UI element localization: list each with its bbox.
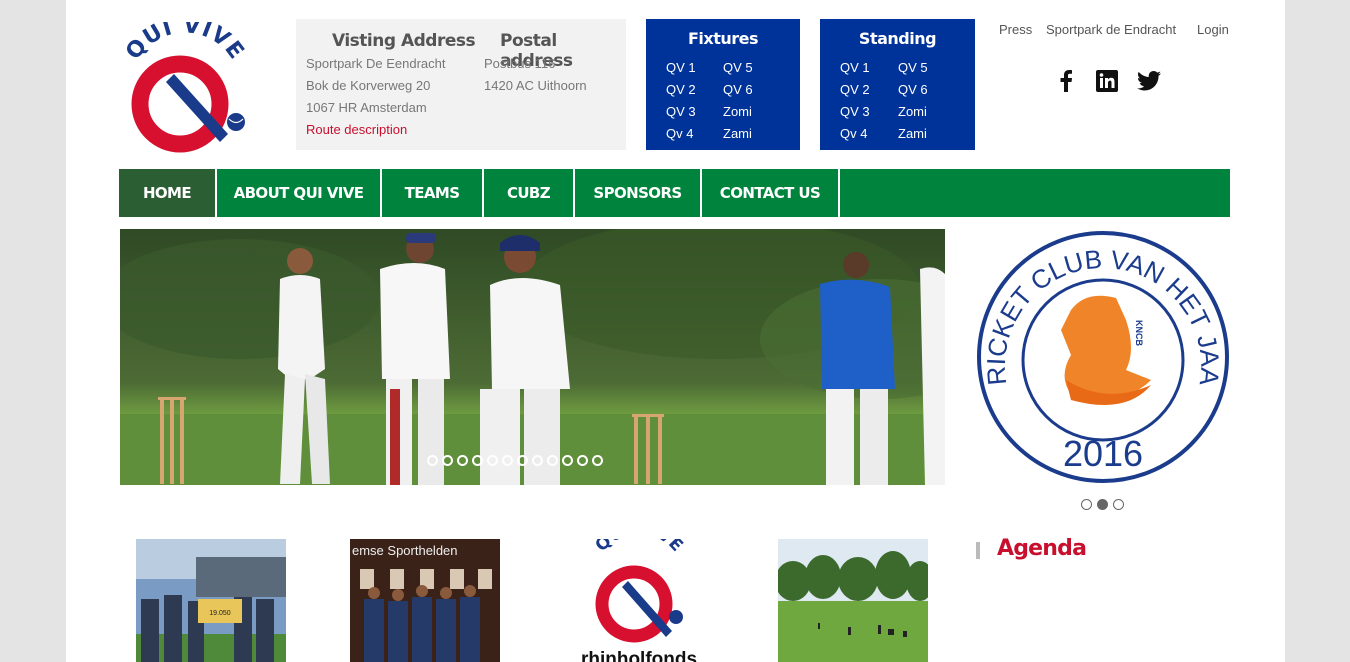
visiting-line-3: 1067 HR Amsterdam	[306, 100, 427, 115]
slider-dot[interactable]	[457, 455, 468, 466]
svg-text:19.050: 19.050	[209, 610, 231, 617]
address-box: Visting Address Sportpark De Eendracht B…	[296, 19, 626, 150]
fixtures-link-qv5[interactable]: QV 5	[723, 60, 753, 75]
badge-dot[interactable]	[1081, 499, 1092, 510]
slider-dot[interactable]	[547, 455, 558, 466]
nav-teams[interactable]: TEAMS	[382, 169, 484, 217]
thumbnail-sporthelden[interactable]: emse Sporthelden	[350, 539, 500, 662]
facebook-icon[interactable]	[1053, 68, 1079, 94]
svg-text:rhinholfonds: rhinholfonds	[581, 649, 697, 662]
slider-dot[interactable]	[532, 455, 543, 466]
slider-dot[interactable]	[427, 455, 438, 466]
fixtures-link-qv4[interactable]: Qv 4	[666, 126, 693, 141]
nav-sponsors[interactable]: SPONSORS	[575, 169, 702, 217]
fixtures-link-qv3[interactable]: QV 3	[666, 104, 696, 119]
thumbnail-cricket-field[interactable]	[778, 539, 928, 662]
slider-dot[interactable]	[502, 455, 513, 466]
svg-text:2016: 2016	[1063, 433, 1143, 474]
svg-text:emse Sporthelden: emse Sporthelden	[352, 543, 458, 558]
slider-dot[interactable]	[442, 455, 453, 466]
sportpark-link[interactable]: Sportpark de Endracht	[1046, 22, 1176, 37]
press-link[interactable]: Press	[999, 22, 1032, 37]
badge-dot-active[interactable]	[1097, 499, 1108, 510]
fixtures-link-qv6[interactable]: QV 6	[723, 82, 753, 97]
slider-dot[interactable]	[592, 455, 603, 466]
slider-dot[interactable]	[577, 455, 588, 466]
fixtures-link-zami[interactable]: Zami	[723, 126, 752, 141]
slider-dot[interactable]	[472, 455, 483, 466]
cricket-players-photo	[120, 229, 945, 485]
nav-about[interactable]: ABOUT QUI VIVE	[217, 169, 382, 217]
route-description-link[interactable]: Route description	[306, 122, 407, 137]
nav-home[interactable]: HOME	[119, 169, 217, 217]
agenda-title: Agenda	[997, 536, 1087, 561]
standing-link-qv1[interactable]: QV 1	[840, 60, 870, 75]
badge-dot[interactable]	[1113, 499, 1124, 510]
standing-link-zami[interactable]: Zami	[898, 126, 927, 141]
fixtures-title: Fixtures	[687, 29, 759, 48]
thumbnail-rhinholfonds[interactable]: QUI VIVE rhinholfonds	[564, 539, 714, 662]
visiting-line-1: Sportpark De Eendracht	[306, 56, 446, 71]
visiting-line-2: Bok de Korverweg 20	[306, 78, 431, 93]
linkedin-icon[interactable]	[1094, 68, 1120, 94]
nav-contact[interactable]: CONTACT US	[702, 169, 840, 217]
slider-dot[interactable]	[487, 455, 498, 466]
standing-link-zomi[interactable]: Zomi	[898, 104, 927, 119]
slider-pagination	[427, 455, 603, 466]
standing-link-qv3[interactable]: QV 3	[840, 104, 870, 119]
slider-dot[interactable]	[562, 455, 573, 466]
standing-link-qv6[interactable]: QV 6	[898, 82, 928, 97]
standing-link-qv4[interactable]: Qv 4	[840, 126, 867, 141]
badge-pagination	[1081, 499, 1124, 510]
standing-box: Standing QV 1 QV 5 QV 2 QV 6 QV 3 Zomi Q…	[820, 19, 975, 150]
cricket-club-badge[interactable]: CRICKET CLUB VAN HET JAAR KNCB 2016	[967, 206, 1230, 484]
svg-text:KNCB: KNCB	[1134, 320, 1144, 346]
hero-slider[interactable]	[120, 229, 945, 485]
slider-dot[interactable]	[517, 455, 528, 466]
club-logo[interactable]: QUI VIVE	[121, 13, 252, 158]
fixtures-link-qv1[interactable]: QV 1	[666, 60, 696, 75]
main-nav: HOME ABOUT QUI VIVE TEAMS CUBZ SPONSORS …	[119, 169, 1230, 217]
standing-title: Standing	[858, 29, 937, 48]
login-link[interactable]: Login	[1197, 22, 1229, 37]
thumbnail-cheque-presentation[interactable]: 19.050	[136, 539, 286, 662]
fixtures-box: Fixtures QV 1 QV 5 QV 2 QV 6 QV 3 Zomi Q…	[646, 19, 800, 150]
postal-line-1: Postbus 116	[484, 56, 556, 71]
twitter-icon[interactable]	[1136, 68, 1162, 94]
fixtures-link-zomi[interactable]: Zomi	[723, 104, 752, 119]
fixtures-link-qv2[interactable]: QV 2	[666, 82, 696, 97]
standing-link-qv5[interactable]: QV 5	[898, 60, 928, 75]
standing-link-qv2[interactable]: QV 2	[840, 82, 870, 97]
postal-line-2: 1420 AC Uithoorn	[484, 78, 587, 93]
agenda-bar-decoration	[976, 542, 980, 559]
nav-cubz[interactable]: CUBZ	[484, 169, 575, 217]
visiting-address-title: Visting Address	[332, 31, 476, 51]
